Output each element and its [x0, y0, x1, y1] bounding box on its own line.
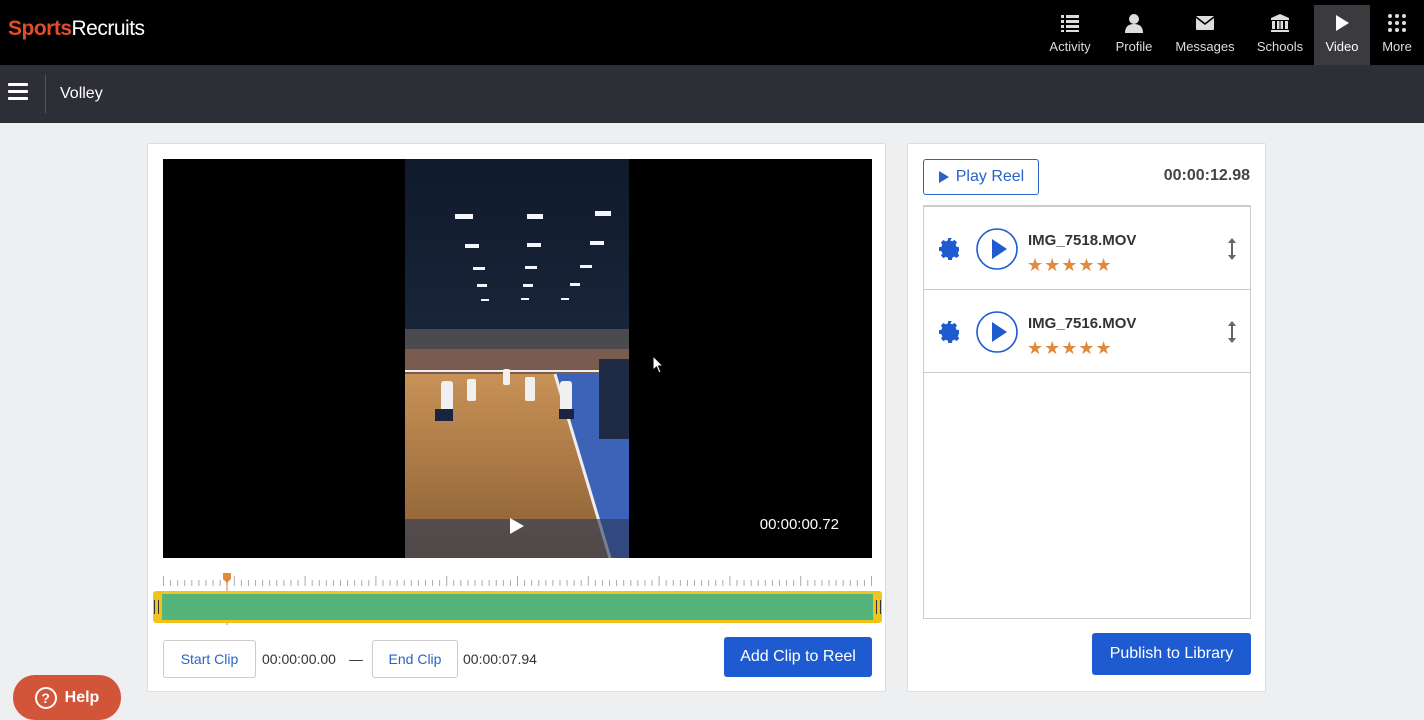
video-timecode: 00:00:00.72 — [759, 516, 839, 533]
nav-item-activity[interactable]: Activity — [1040, 5, 1100, 65]
gear-icon[interactable] — [938, 320, 962, 344]
reel-panel: Play Reel 00:00:12.98 IMG_7518.MOV ★★★★★… — [907, 143, 1266, 692]
trim-start-handle[interactable] — [154, 600, 159, 614]
nav-item-messages[interactable]: Messages — [1168, 5, 1242, 65]
nav-item-more[interactable]: More — [1374, 5, 1420, 65]
play-reel-button[interactable]: Play Reel — [923, 159, 1039, 195]
list-icon — [1061, 15, 1079, 32]
help-label: Help — [64, 688, 100, 706]
selected-clip-range — [162, 594, 873, 620]
nav-item-schools[interactable]: Schools — [1248, 5, 1312, 65]
logo-part-sports: Sports — [8, 17, 72, 40]
start-clip-button[interactable]: Start Clip — [163, 640, 256, 678]
divider — [45, 75, 46, 113]
nav-label: Activity — [1049, 39, 1091, 54]
envelope-icon — [1195, 16, 1215, 30]
play-icon — [1336, 15, 1349, 31]
drag-handle-icon[interactable] — [1226, 321, 1238, 343]
person-icon — [1125, 14, 1143, 33]
sub-header: Volley — [0, 65, 1424, 123]
gear-icon[interactable] — [938, 237, 962, 261]
grid-icon — [1388, 14, 1406, 32]
clip-rating-stars[interactable]: ★★★★★ — [1027, 338, 1113, 359]
video-frame — [405, 159, 629, 558]
end-clip-button[interactable]: End Clip — [372, 640, 458, 678]
logo-part-recruits: Recruits — [71, 17, 146, 40]
sportsrecruits-logo[interactable]: SportsRecruits — [8, 17, 145, 41]
end-clip-time: 00:00:07.94 — [463, 651, 537, 667]
nav-item-profile[interactable]: Profile — [1106, 5, 1162, 65]
nav-label: Schools — [1256, 39, 1304, 54]
top-navigation: SportsRecruits Activity Profile Messages… — [0, 0, 1424, 65]
add-clip-to-reel-button[interactable]: Add Clip to Reel — [724, 637, 872, 677]
clip-filename: IMG_7516.MOV — [1028, 315, 1137, 332]
clip-editor-panel: 00:00:00.72 Start Clip 00:00:00.00 — End… — [147, 143, 886, 692]
nav-label: Messages — [1175, 39, 1235, 54]
trim-end-handle[interactable] — [876, 600, 881, 614]
timeline-ruler — [163, 576, 872, 586]
reel-clip-item: IMG_7516.MOV ★★★★★ — [924, 290, 1250, 373]
hamburger-menu-icon[interactable] — [8, 83, 28, 103]
help-button[interactable]: ? Help — [13, 675, 121, 720]
reel-total-time: 00:00:12.98 — [1163, 167, 1250, 184]
play-reel-label: Play Reel — [955, 168, 1025, 185]
trim-timeline[interactable] — [153, 591, 882, 623]
clip-filename: IMG_7518.MOV — [1028, 232, 1137, 249]
question-icon: ? — [34, 686, 57, 709]
play-circle-icon[interactable] — [976, 311, 1018, 353]
nav-label: Video — [1325, 39, 1359, 54]
publish-to-library-button[interactable]: Publish to Library — [1092, 633, 1251, 675]
nav-label: Profile — [1115, 39, 1153, 54]
start-clip-time: 00:00:00.00 — [262, 651, 336, 667]
play-circle-icon[interactable] — [976, 228, 1018, 270]
reel-clip-item: IMG_7518.MOV ★★★★★ — [924, 207, 1250, 290]
video-player[interactable]: 00:00:00.72 — [163, 159, 872, 558]
institution-icon — [1271, 14, 1289, 32]
drag-handle-icon[interactable] — [1226, 238, 1238, 260]
play-icon — [938, 171, 949, 183]
page-title: Volley — [60, 85, 103, 102]
video-play-icon[interactable] — [509, 517, 525, 535]
nav-item-video[interactable]: Video — [1314, 5, 1370, 65]
reel-clip-list: IMG_7518.MOV ★★★★★ IMG_7516.MOV ★★★★★ — [923, 205, 1251, 619]
nav-label: More — [1382, 39, 1412, 54]
clip-rating-stars[interactable]: ★★★★★ — [1027, 255, 1113, 276]
mouse-cursor-icon — [652, 355, 665, 374]
clip-time-separator: — — [349, 651, 363, 667]
